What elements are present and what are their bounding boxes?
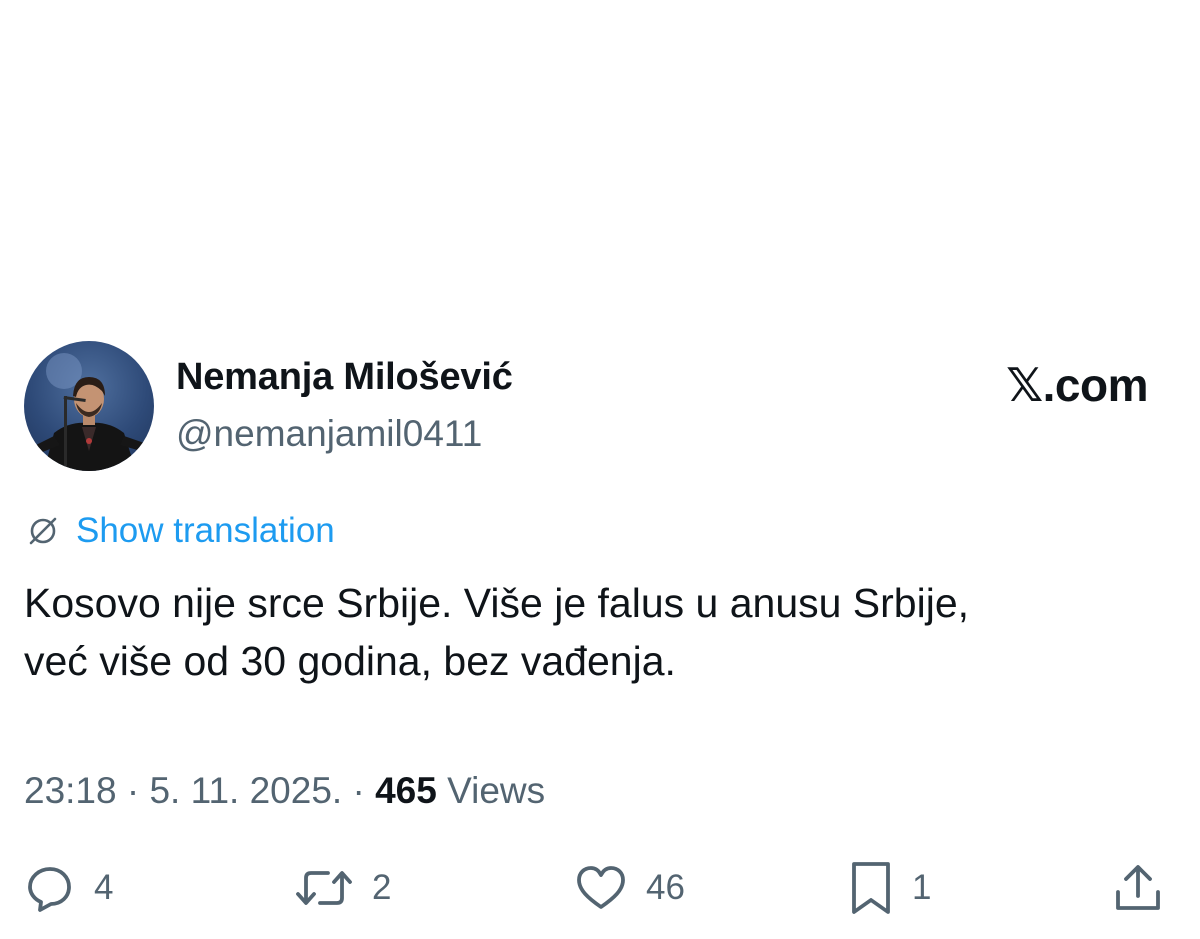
x-brand-logo: 𝕏.com xyxy=(1006,359,1148,411)
author-handle[interactable]: @nemanjamil0411 xyxy=(176,413,482,455)
retweet-count: 2 xyxy=(372,868,392,907)
show-translation-button[interactable]: Show translation xyxy=(24,508,335,554)
avatar-photo xyxy=(28,353,150,471)
action-bar: 4 2 46 1 xyxy=(0,858,1200,918)
tweet-time[interactable]: 23:18 xyxy=(24,770,117,811)
tweet-date[interactable]: 5. 11. 2025. xyxy=(149,770,342,811)
views-label: Views xyxy=(447,770,546,811)
like-button[interactable]: 46 xyxy=(574,858,685,918)
meta-separator: · xyxy=(126,770,140,811)
meta-separator: · xyxy=(352,770,365,811)
tweet-text: Kosovo nije srce Srbije. Više je falus u… xyxy=(24,574,1174,690)
reply-icon xyxy=(28,867,71,912)
retweet-icon xyxy=(296,871,352,905)
views-count[interactable]: 465 xyxy=(375,770,437,811)
tweet-card: Nemanja Milošević @nemanjamil0411 𝕏.com … xyxy=(0,0,1200,939)
tweet-text-line: Kosovo nije srce Srbije. Više je falus u… xyxy=(24,580,970,626)
like-count: 46 xyxy=(646,868,685,907)
globe-slash-icon xyxy=(29,517,57,545)
reply-button[interactable]: 4 xyxy=(24,858,113,918)
show-translation-label[interactable]: Show translation xyxy=(76,511,335,551)
bookmark-count: 1 xyxy=(912,868,932,907)
avatar[interactable] xyxy=(24,341,154,471)
reply-count: 4 xyxy=(94,868,114,907)
tweet-text-line: već više od 30 godina, bez vađenja. xyxy=(24,638,676,684)
share-icon xyxy=(1116,865,1160,910)
retweet-button[interactable]: 2 xyxy=(294,858,391,918)
bookmark-icon xyxy=(852,862,890,914)
tweet-meta: 23:18 · 5. 11. 2025. · 465 Views xyxy=(24,770,545,812)
share-button[interactable] xyxy=(1112,858,1164,918)
bookmark-button[interactable]: 1 xyxy=(848,858,931,918)
author-display-name[interactable]: Nemanja Milošević xyxy=(176,356,513,399)
heart-icon xyxy=(577,866,625,909)
